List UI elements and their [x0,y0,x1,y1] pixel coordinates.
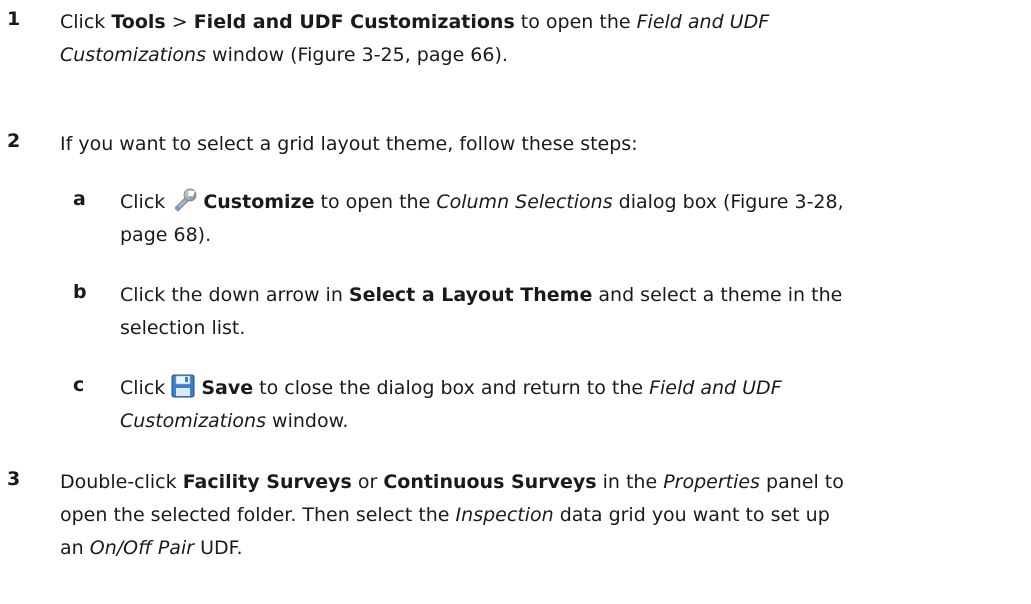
wrench-icon [171,188,199,212]
substep-letter: b [73,281,87,303]
substep-text: Click Customize to open the Column Selec… [120,186,1020,252]
menu-field-udf-customizations: Field and UDF Customizations [193,11,515,33]
step-text: Click Tools > Field and UDF Customizatio… [60,11,770,66]
continuous-surveys-label: Continuous Surveys [383,471,597,493]
layout-theme-label: Select a Layout Theme [348,284,593,306]
step-number: 3 [7,468,21,490]
substep-letter: a [73,188,86,210]
step-number: 2 [7,130,21,152]
step-text: If you want to select a grid layout them… [60,133,638,155]
substep-text: Click Save to close the dialog box and r… [120,372,1020,438]
document-page: 1 Click Tools > Field and UDF Customizat… [0,0,1031,604]
substep-letter: c [73,374,85,396]
customize-label: Customize [203,191,315,213]
substep-text: Click the down arrow in Select a Layout … [120,284,843,339]
save-label: Save [201,377,254,399]
menu-tools: Tools [111,11,166,33]
save-icon [171,374,197,398]
step-text: Double-click Facility Surveys or Continu… [60,471,844,559]
facility-surveys-label: Facility Surveys [182,471,352,493]
step-number: 1 [7,8,21,30]
